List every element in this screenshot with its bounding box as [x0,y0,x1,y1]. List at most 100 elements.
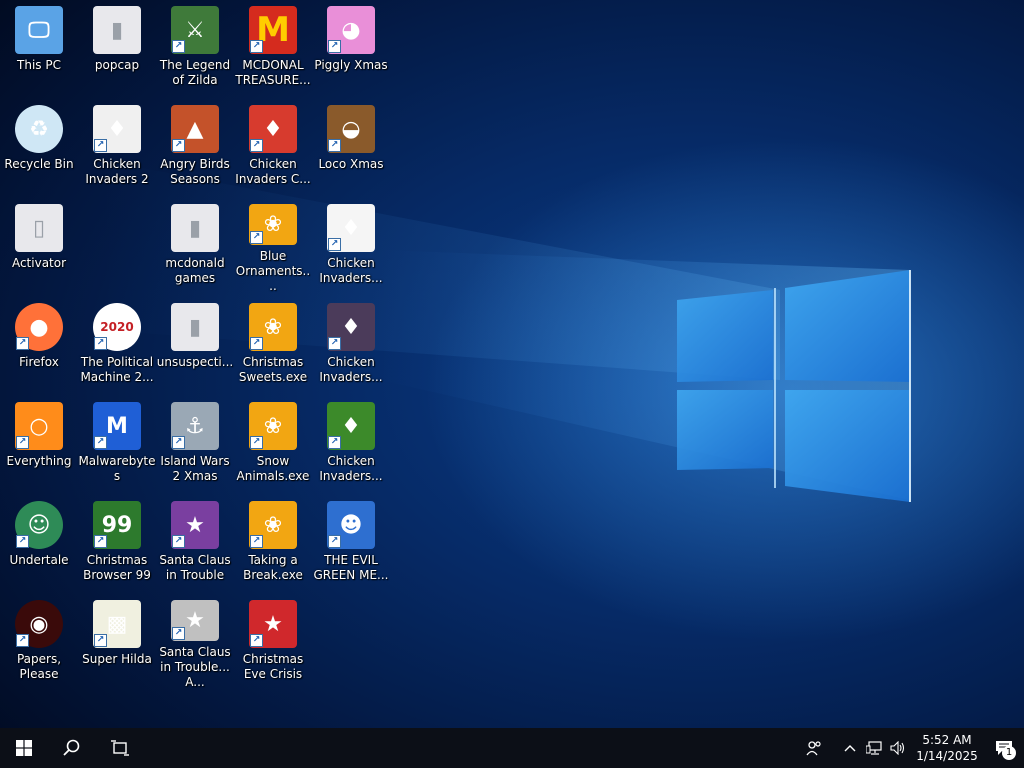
desktop-icon[interactable]: ▮ mcdonald games [156,198,234,294]
desktop-icon[interactable]: ● ↗ Firefox [0,297,78,393]
task-view-button[interactable] [96,728,144,768]
search-button[interactable] [48,728,96,768]
desktop-icon[interactable]: ◉ ↗ Papers, Please [0,594,78,690]
desktop-icon[interactable]: ⚓ ↗ Island Wars 2 Xmas [156,396,234,492]
desktop-icon[interactable]: M ↗ Malwarebytes [78,396,156,492]
undertale-icon: ☺ ↗ [15,501,63,549]
island-wars-icon: ⚓ ↗ [171,402,219,450]
shortcut-arrow-icon: ↗ [94,535,107,548]
desktop-icon[interactable]: ❀ ↗ Blue Ornaments.... [234,198,312,294]
shortcut-arrow-icon: ↗ [250,40,263,53]
desktop-icon-label: Firefox [19,355,59,369]
desktop-icon[interactable]: ❀ ↗ Christmas Sweets.exe [234,297,312,393]
desktop-icon[interactable]: ◕ ↗ Piggly Xmas [312,0,390,96]
desktop-icon-label: Christmas Eve Crisis [242,652,304,681]
notification-badge: 1 [1002,746,1016,760]
desktop-icon[interactable]: ❀ ↗ Taking a Break.exe [234,495,312,591]
shortcut-arrow-icon: ↗ [94,634,107,647]
desktop-icon[interactable]: ▯ Activator [0,198,78,294]
shortcut-arrow-icon: ↗ [328,139,341,152]
popcap-flower-icon: ❀ ↗ [249,501,297,549]
desktop-icon-label: Chicken Invaders C... [235,157,311,186]
desktop-icon[interactable]: ☻ ↗ THE EVIL GREEN ME... [312,495,390,591]
desktop-icon[interactable]: M ↗ MCDONAL TREASURE... [234,0,312,96]
desktop-icon[interactable]: ♻ Recycle Bin [0,99,78,195]
volume-button[interactable] [886,728,910,768]
desktop-icon[interactable]: ♦ ↗ Chicken Invaders... [312,297,390,393]
shortcut-arrow-icon: ↗ [172,535,185,548]
desktop-icon[interactable]: ♦ ↗ Chicken Invaders 2 [78,99,156,195]
desktop-icon-label: Everything [6,454,72,468]
action-center-button[interactable]: 1 [984,728,1024,768]
desktop-icon[interactable]: 2020 ↗ The Political Machine 2... [78,297,156,393]
start-button[interactable] [0,728,48,768]
clock[interactable]: 5:52 AM 1/14/2025 [910,732,984,764]
shortcut-arrow-icon: ↗ [94,337,107,350]
mcdonalds-icon: M ↗ [249,6,297,54]
desktop-icon-label: Santa Claus in Trouble [159,553,231,582]
desktop-icon-label: Recycle Bin [4,157,74,171]
desktop-icon[interactable]: ▩ ↗ Super Hilda [78,594,156,690]
shortcut-arrow-icon: ↗ [94,139,107,152]
desktop-icon-label: MCDONAL TREASURE... [235,58,311,87]
papers-please-icon: ◉ ↗ [15,600,63,648]
speaker-icon [890,741,905,755]
chicken-icon: ♦ ↗ [327,204,375,252]
chicken-icon: ♦ ↗ [249,105,297,153]
desktop-icon[interactable]: 99 ↗ Christmas Browser 99 [78,495,156,591]
shortcut-arrow-icon: ↗ [16,634,29,647]
pig-icon: ◕ ↗ [327,6,375,54]
shortcut-arrow-icon: ↗ [328,436,341,449]
shortcut-arrow-icon: ↗ [328,238,341,251]
desktop-icon[interactable]: ♦ ↗ Chicken Invaders C... [234,99,312,195]
desktop-icon[interactable]: ○ ↗ Everything [0,396,78,492]
popcap-flower-icon: ❀ ↗ [249,402,297,450]
desktop-icon[interactable]: ▮ popcap [78,0,156,96]
desktop[interactable]: 🖵 This PC ▮ popcap ⚔ ↗ The Legend of Zilda M ↗ MC… [0,0,1024,768]
desktop-icon-label: Chicken Invaders... [319,256,383,285]
desktop-icon-label: Papers, Please [16,652,62,681]
desktop-icon-label: Malwarebytes [78,454,156,483]
desktop-icon[interactable]: ★ ↗ Santa Claus in Trouble... A... [156,594,234,690]
shortcut-arrow-icon: ↗ [250,337,263,350]
desktop-icon[interactable]: ▲ ↗ Angry Birds Seasons [156,99,234,195]
desktop-icon[interactable]: ◒ ↗ Loco Xmas [312,99,390,195]
network-button[interactable] [862,728,886,768]
desktop-icon[interactable]: ⚔ ↗ The Legend of Zilda [156,0,234,96]
desktop-icon[interactable]: ▮ unsuspecti... [156,297,234,393]
shortcut-arrow-icon: ↗ [328,337,341,350]
shortcut-arrow-icon: ↗ [250,436,263,449]
shortcut-arrow-icon: ↗ [328,40,341,53]
shortcut-arrow-icon: ↗ [172,627,185,640]
political-machine-icon: 2020 ↗ [93,303,141,351]
santa-icon: ★ ↗ [171,501,219,549]
desktop-icon[interactable]: 🖵 This PC [0,0,78,96]
shortcut-arrow-icon: ↗ [250,231,263,244]
folder-icon: ▮ [171,303,219,351]
desktop-icon-label: Super Hilda [82,652,152,666]
desktop-icon[interactable]: ♦ ↗ Chicken Invaders... [312,198,390,294]
clock-date: 1/14/2025 [916,749,978,763]
desktop-icon-label: Island Wars 2 Xmas [160,454,230,483]
clock-time: 5:52 AM [922,733,972,747]
people-button[interactable] [802,728,826,768]
desktop-icon[interactable]: ❀ ↗ Snow Animals.exe [234,396,312,492]
desktop-icon-label: Blue Ornaments.... [235,249,311,293]
firefox-icon: ● ↗ [15,303,63,351]
desktop-icon-label: popcap [94,58,140,72]
shortcut-arrow-icon: ↗ [328,535,341,548]
desktop-icon-label: The Legend of Zilda [159,58,231,87]
show-hidden-icons-button[interactable] [838,728,862,768]
desktop-icon[interactable]: ★ ↗ Santa Claus in Trouble [156,495,234,591]
desktop-icon-label: Loco Xmas [318,157,384,171]
angry-birds-icon: ▲ ↗ [171,105,219,153]
desktop-icon-label: Angry Birds Seasons [160,157,230,186]
search-icon: ○ ↗ [15,402,63,450]
shortcut-arrow-icon: ↗ [250,634,263,647]
desktop-icon[interactable]: ☺ ↗ Undertale [0,495,78,591]
desktop-icon[interactable]: ♦ ↗ Chicken Invaders... [312,396,390,492]
desktop-icon-label: This PC [17,58,61,72]
desktop-icon-label: Christmas Sweets.exe [238,355,308,384]
recycle-bin-icon: ♻ [15,105,63,153]
desktop-icon[interactable]: ★ ↗ Christmas Eve Crisis [234,594,312,690]
